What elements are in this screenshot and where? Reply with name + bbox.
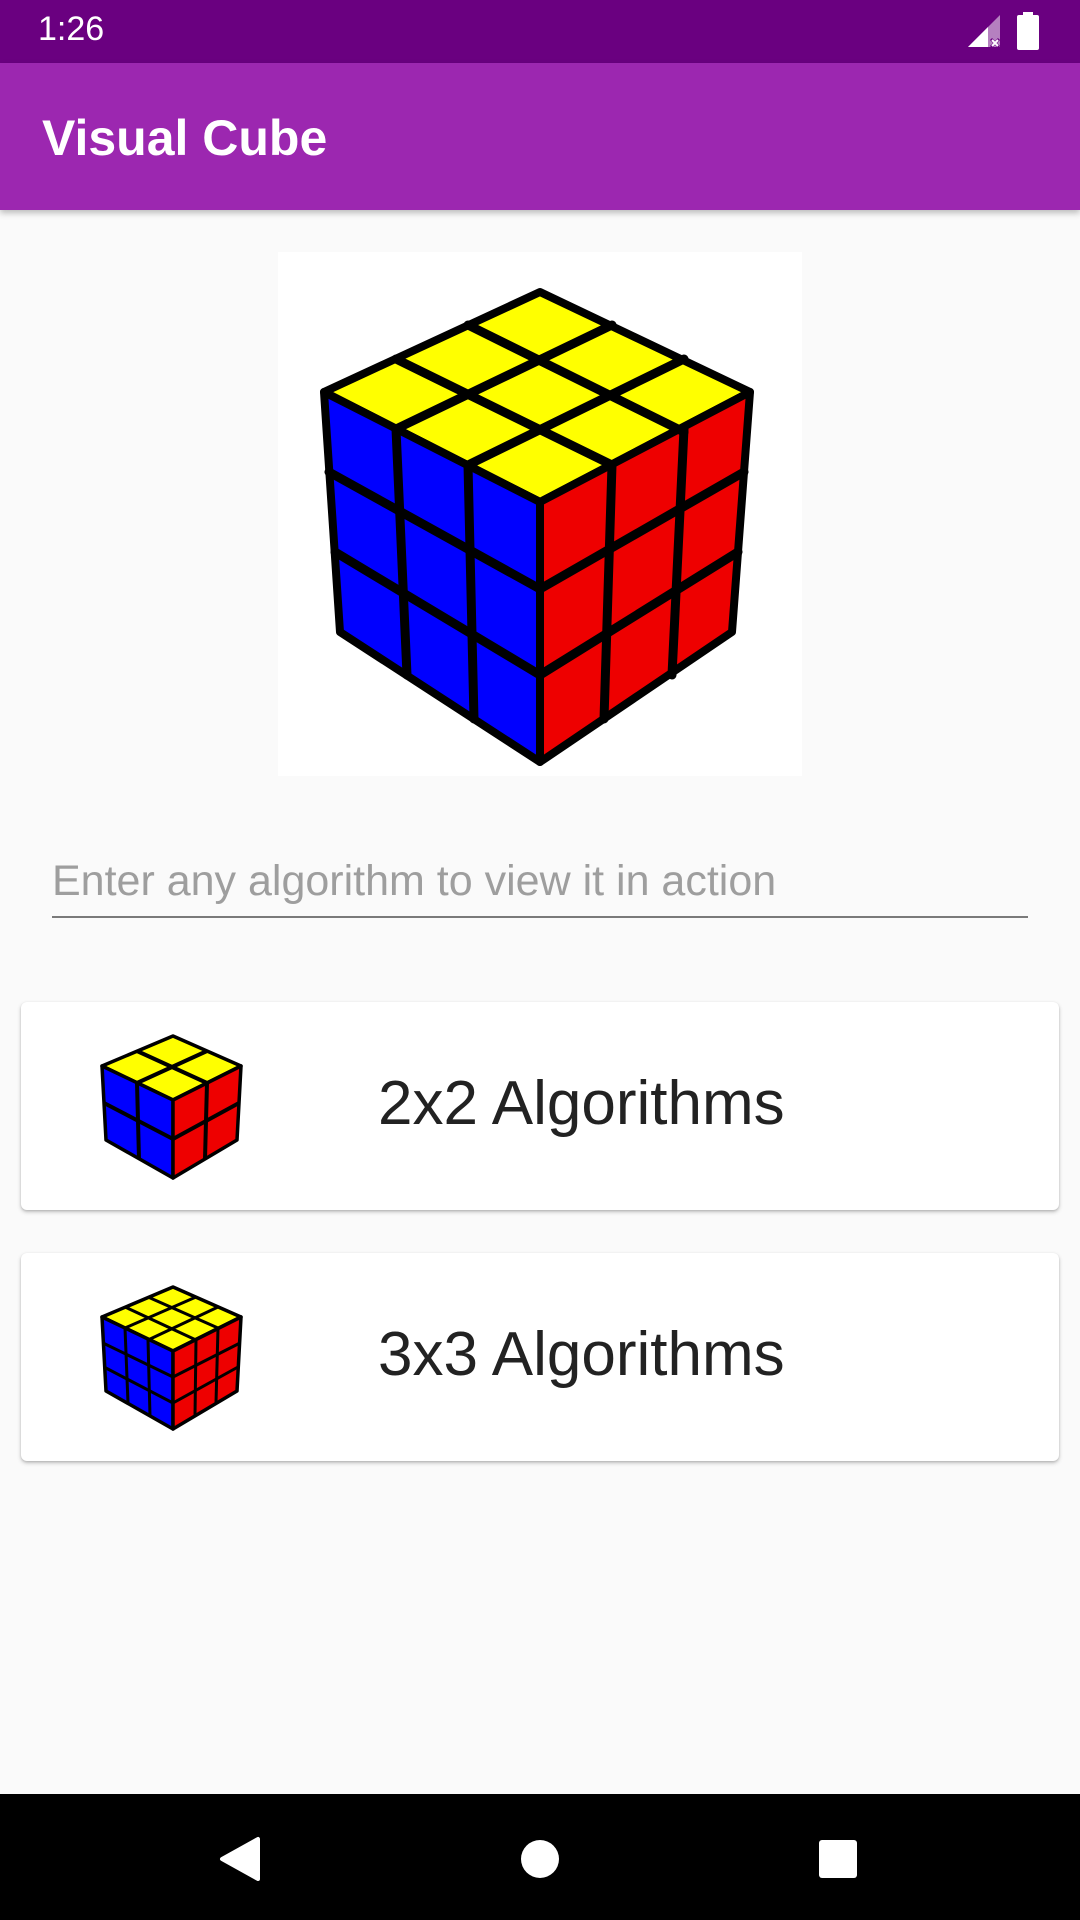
recents-button[interactable] [816,1837,860,1881]
back-icon [220,1837,260,1881]
rubiks-cube-3x3-icon [320,288,754,766]
home-icon [521,1840,559,1878]
recents-icon [819,1840,857,1878]
card-2x2-label: 2x2 Algorithms [378,1069,785,1138]
algorithm-input[interactable] [52,846,1028,918]
card-3x3-thumbnail [96,1279,250,1435]
card-3x3-label: 3x3 Algorithms [378,1320,785,1389]
app-title: Visual Cube [42,110,328,166]
rubiks-cube-2x2-icon [100,1034,243,1180]
home-button[interactable] [518,1837,562,1881]
battery-icon [1016,12,1040,54]
navigation-bar [0,1794,1080,1920]
card-2x2-thumbnail [96,1028,250,1184]
status-icons [966,12,1040,54]
signal-icon [966,13,1002,53]
rubiks-cube-3x3-icon [100,1285,243,1431]
status-time: 1:26 [38,10,105,48]
hero-cube-image [278,252,802,776]
status-bar: 1:26 [0,0,1080,63]
app-bar: Visual Cube [0,63,1080,210]
card-3x3-algorithms[interactable]: 3x3 Algorithms [21,1253,1059,1461]
back-button[interactable] [218,1837,262,1881]
card-2x2-algorithms[interactable]: 2x2 Algorithms [21,1002,1059,1210]
